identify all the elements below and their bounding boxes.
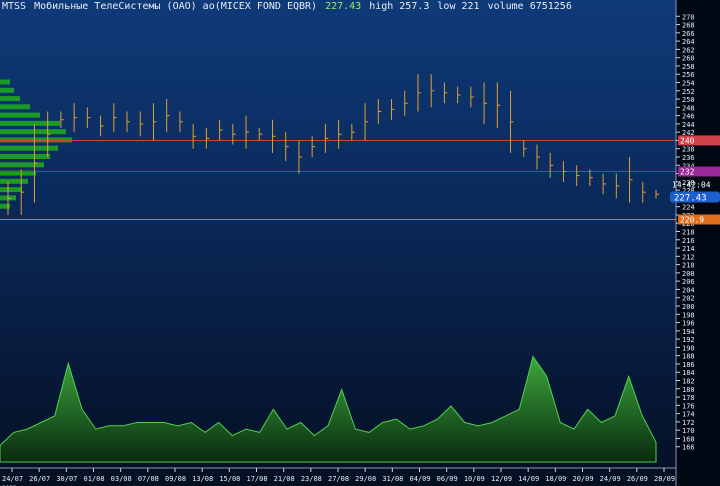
date-tick-label: 10/09 (464, 475, 485, 483)
price-tick-label: 210 (682, 262, 695, 270)
date-tick-label: 29/08 (355, 475, 376, 483)
date-tick-label: 31/08 (382, 475, 403, 483)
volume-profile-bar (0, 112, 40, 118)
low-value: low 221 (437, 1, 480, 12)
price-tick-label: 180 (682, 386, 695, 394)
price-tick-label: 174 (682, 411, 695, 419)
date-tick-label: 04/09 (410, 475, 431, 483)
volume-profile-bar (0, 104, 30, 110)
last-price: 227.43 (325, 1, 362, 12)
volume-profile-bar (0, 129, 66, 135)
date-tick-label: 20/09 (573, 475, 594, 483)
date-tick-label: 01/08 (84, 475, 105, 483)
price-tick-label: 238 (682, 146, 695, 154)
level-tag-label: 240 (680, 136, 695, 145)
price-tick-label: 170 (682, 427, 695, 435)
volume-profile-bar (0, 137, 72, 143)
volume-profile-bar (0, 87, 14, 93)
date-tick-label: 30/07 (56, 475, 77, 483)
price-tick-label: 250 (682, 96, 695, 104)
price-tick-label: 224 (682, 204, 695, 212)
volume-profile-bar (0, 187, 22, 193)
price-chart[interactable]: 2702682662642622602582562542522502482462… (0, 0, 720, 486)
price-tick-label: 168 (682, 435, 695, 443)
current-price-label: 227.43 (674, 193, 707, 203)
instrument-name: Мобильные ТелеСистемы (ОАО) ао(MICEX FON… (34, 1, 318, 12)
level-tag-label: 220.9 (680, 215, 704, 224)
date-tick-label: 12/09 (491, 475, 512, 483)
volume-profile-bar (0, 178, 28, 184)
volume-profile-bar (0, 120, 60, 126)
price-tick-label: 188 (682, 353, 695, 361)
date-tick-label: 21/08 (274, 475, 295, 483)
price-tick-label: 208 (682, 270, 695, 278)
price-tick-label: 248 (682, 104, 695, 112)
high-value: high 257.3 (369, 1, 430, 12)
volume-value: volume 6751256 (487, 1, 572, 12)
price-tick-label: 256 (682, 71, 695, 79)
date-tick-label: 26/09 (627, 475, 648, 483)
price-tick-label: 266 (682, 30, 695, 38)
price-tick-label: 264 (682, 38, 695, 46)
level-tag-label: 232 (680, 167, 695, 176)
chart-stage: 270 268 266 264 262 260 258 256 254 252 250 248 246 2… (0, 0, 720, 486)
price-tick-label: 216 (682, 237, 695, 245)
price-tick-label: 182 (682, 378, 695, 386)
price-tick-label: 194 (682, 328, 695, 336)
price-tick-label: 172 (682, 419, 695, 427)
price-tick-label: 196 (682, 320, 695, 328)
volume-profile-bar (0, 154, 50, 159)
price-tick-label: 202 (682, 295, 695, 303)
date-tick-label: 13/08 (192, 475, 213, 483)
price-tick-label: 260 (682, 55, 695, 63)
price-tick-label: 186 (682, 361, 695, 369)
price-tick-label: 212 (682, 253, 695, 261)
price-tick-label: 246 (682, 113, 695, 121)
price-tick-label: 254 (682, 80, 695, 88)
date-tick-label: 18/09 (545, 475, 566, 483)
price-tick-label: 206 (682, 278, 695, 286)
timer-label: 14:42:04 (672, 180, 711, 189)
price-tick-label: 214 (682, 245, 695, 253)
volume-area (0, 355, 657, 463)
date-tick-label: 26/07 (29, 475, 50, 483)
date-tick-label: 17/08 (247, 475, 268, 483)
price-tick-label: 176 (682, 402, 695, 410)
volume-profile-bar (0, 145, 58, 151)
price-tick-label: 204 (682, 286, 695, 294)
price-tick-label: 270 (682, 13, 695, 21)
price-tick-label: 192 (682, 336, 695, 344)
date-tick-label: 24/09 (600, 475, 621, 483)
price-tick-label: 262 (682, 46, 695, 54)
price-tick-label: 184 (682, 369, 695, 377)
date-tick-label: 06/09 (437, 475, 458, 483)
price-tick-label: 178 (682, 394, 695, 402)
price-tick-label: 166 (682, 444, 695, 452)
price-tick-label: 252 (682, 88, 695, 96)
chart-header: MTSS Мобильные ТелеСистемы (ОАО) ао(MICEX… (2, 1, 580, 12)
ticker-label: MTSS (2, 1, 27, 12)
price-tick-label: 200 (682, 303, 695, 311)
date-tick-label: 27/08 (328, 475, 349, 483)
price-tick-label: 268 (682, 22, 695, 30)
date-tick-label: 28/09 (654, 475, 675, 483)
date-tick-label: 23/08 (301, 475, 322, 483)
date-tick-label: 15/08 (219, 475, 240, 483)
date-tick-label: 07/08 (138, 475, 159, 483)
date-tick-label: 24/07 (2, 475, 23, 483)
price-tick-label: 236 (682, 154, 695, 162)
price-tick-label: 198 (682, 311, 695, 319)
date-tick-label: 09/08 (165, 475, 186, 483)
date-tick-label: 03/08 (111, 475, 132, 483)
volume-profile-bar (0, 79, 10, 85)
price-tick-label: 190 (682, 344, 695, 352)
volume-profile-bar (0, 96, 20, 102)
price-tick-label: 244 (682, 121, 695, 129)
price-tick-label: 218 (682, 229, 695, 237)
price-tick-label: 258 (682, 63, 695, 71)
date-tick-label: 14/09 (518, 475, 539, 483)
